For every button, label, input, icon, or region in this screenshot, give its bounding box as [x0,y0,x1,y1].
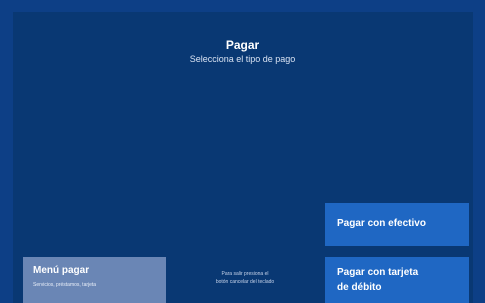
atm-screen: Pagar Selecciona el tipo de pago Pagar c… [0,0,485,303]
pay-debit-label-line2: de débito [337,282,382,293]
page-subtitle: Selecciona el tipo de pago [189,54,296,64]
pay-cash-button[interactable]: Pagar con efectivo [325,203,469,246]
pay-menu-sublabel: Servicios, préstamos, tarjeta [33,282,97,288]
pay-debit-label-line1: Pagar con tarjeta [337,267,419,278]
pay-menu-label: Menú pagar [33,265,90,276]
pay-debit-card-button[interactable]: Pagar con tarjeta de débito [325,257,469,303]
exit-hint-line2: botón cancelar del teclado [215,279,275,285]
exit-hint-line1: Para salir presiona el [221,271,269,277]
exit-hint: Para salir presiona el botón cancelar de… [180,270,310,286]
pay-cash-label: Pagar con efectivo [337,218,426,229]
pay-menu-button[interactable]: Menú pagar Servicios, préstamos, tarjeta [23,257,166,303]
page-title: Pagar [225,38,260,52]
